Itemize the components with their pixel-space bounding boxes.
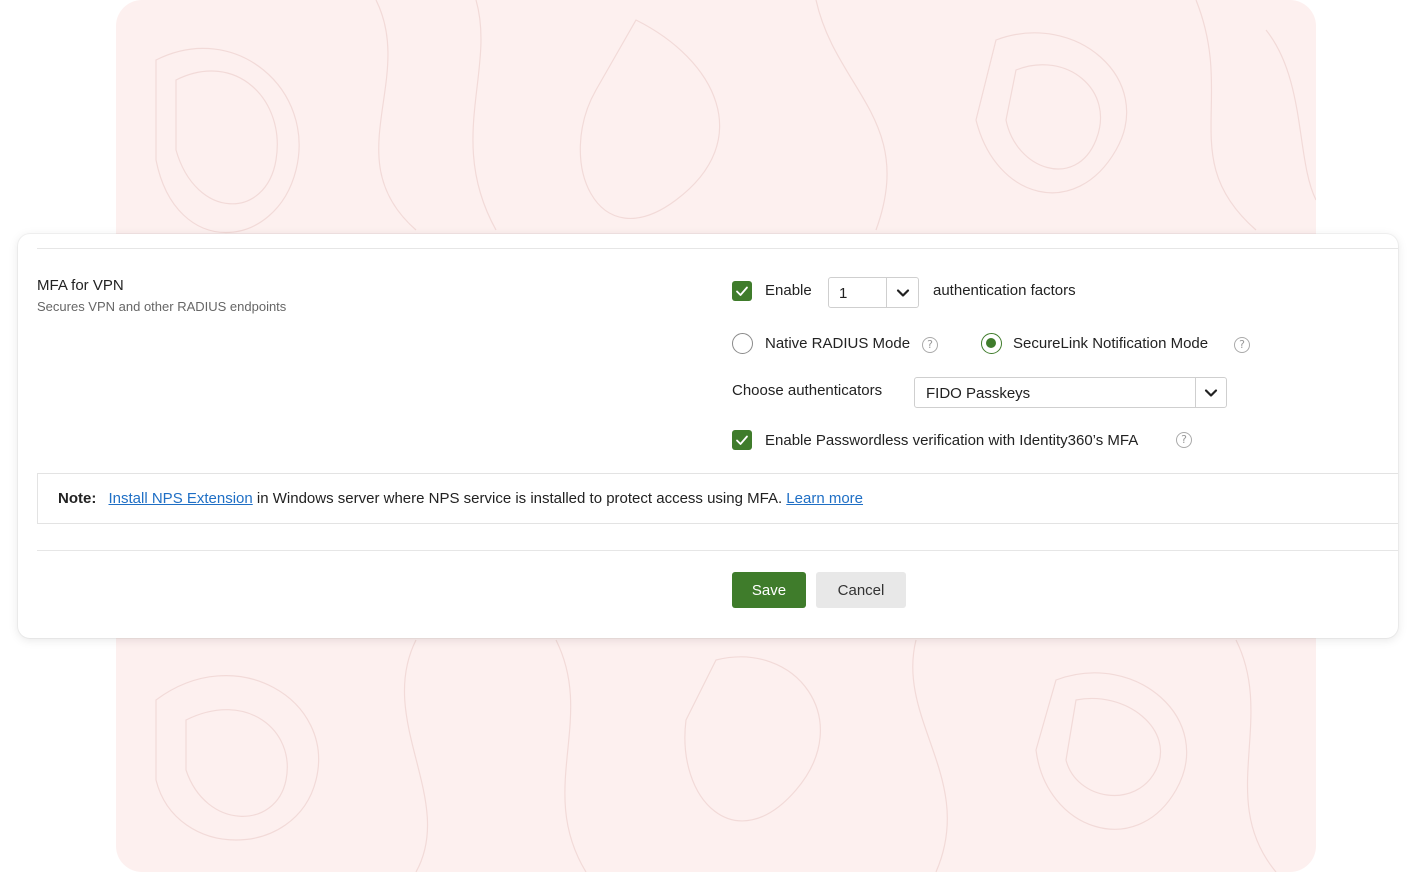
choose-authenticators-label: Choose authenticators: [732, 382, 883, 399]
help-icon[interactable]: ?: [922, 337, 938, 353]
cancel-button[interactable]: Cancel: [816, 572, 906, 608]
divider: [37, 248, 1398, 249]
note-body: in Windows server where NPS service is i…: [252, 490, 787, 507]
note-prefix: Note:: [58, 490, 97, 507]
enable-factors-checkbox[interactable]: [732, 281, 752, 301]
factors-suffix-label: authentication factors: [933, 282, 1076, 299]
factor-count-select[interactable]: 1: [828, 277, 919, 308]
divider: [37, 550, 1398, 551]
passwordless-label: Enable Passwordless verification with Id…: [765, 432, 1139, 449]
save-button[interactable]: Save: [732, 572, 806, 608]
securelink-radio[interactable]: [981, 333, 1002, 354]
feature-description: Secures VPN and other RADIUS endpoints: [37, 299, 287, 314]
select-divider: [1195, 378, 1196, 407]
help-icon[interactable]: ?: [1176, 432, 1192, 448]
authenticators-select[interactable]: FIDO Passkeys: [914, 377, 1227, 408]
learn-more-link[interactable]: Learn more: [786, 490, 863, 507]
note-text: Note: Install NPS Extension in Windows s…: [58, 490, 863, 507]
note-box: Note: Install NPS Extension in Windows s…: [37, 473, 1398, 524]
passwordless-checkbox[interactable]: [732, 430, 752, 450]
feature-title: MFA for VPN: [37, 277, 124, 294]
securelink-label: SecureLink Notification Mode: [1013, 335, 1209, 352]
mfa-settings-card: MFA for VPN Secures VPN and other RADIUS…: [18, 234, 1398, 638]
native-radius-label: Native RADIUS Mode: [765, 335, 911, 352]
help-icon[interactable]: ?: [1234, 337, 1250, 353]
factor-count-value: 1: [839, 285, 848, 302]
authenticators-value: FIDO Passkeys: [926, 385, 1031, 402]
checkmark-icon: [736, 435, 748, 445]
native-radius-radio[interactable]: [732, 333, 753, 354]
chevron-down-icon: [896, 289, 910, 297]
checkmark-icon: [736, 286, 748, 296]
install-nps-extension-link[interactable]: Install NPS Extension: [109, 490, 253, 507]
chevron-down-icon: [1204, 389, 1218, 397]
select-divider: [886, 278, 887, 307]
enable-label: Enable: [765, 282, 812, 299]
